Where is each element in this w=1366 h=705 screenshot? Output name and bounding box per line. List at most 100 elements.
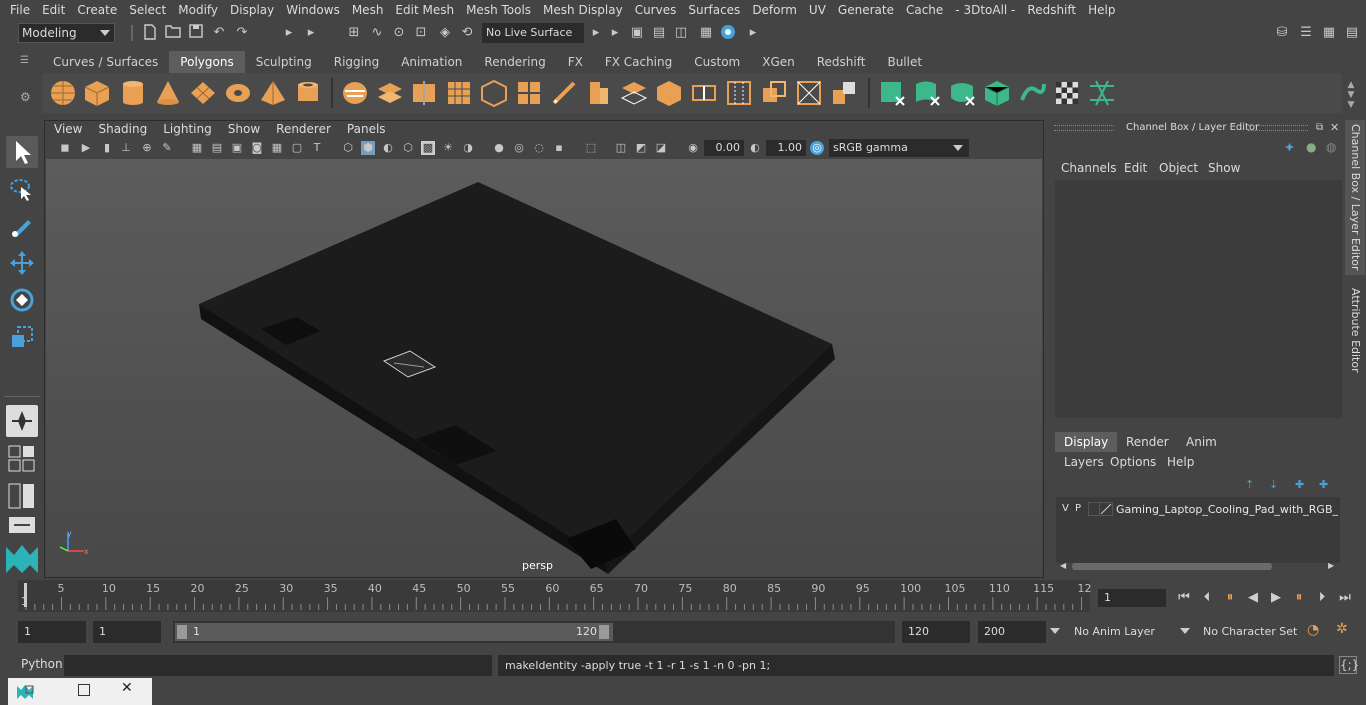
chevron-down-icon[interactable] [1180,628,1190,634]
current-time-marker[interactable] [24,583,27,607]
new-scene-icon[interactable] [141,24,159,42]
menu-mesh-tools[interactable]: Mesh Tools [460,0,537,21]
bookmark-icon[interactable]: ▮ [100,141,114,155]
snap-grid-icon[interactable]: ⊞ [345,24,363,42]
snap-surface-icon[interactable]: ◈ [436,24,454,42]
animation-prefs-icon[interactable]: ✲ [1336,621,1354,639]
attribute-editor-icon[interactable]: ▦ [1320,24,1338,42]
paint-select-tool-icon[interactable] [6,210,38,242]
append-icon[interactable] [619,78,649,108]
axis-toggle-icon[interactable]: ⯌ [1285,140,1294,155]
arrow-icon[interactable]: ▸ [744,24,762,42]
wireframe-on-shaded-icon[interactable]: ⬡ [401,141,415,155]
mirror-icon[interactable] [409,78,439,108]
textured-icon[interactable]: ▩ [421,141,435,155]
cb-menu-object[interactable]: Object [1159,161,1198,175]
two-pane-layout-icon[interactable] [8,482,36,510]
new-layer-icon[interactable]: ✚ [1295,478,1304,491]
layer-menu-options[interactable]: Options [1110,455,1156,469]
menu-mesh-display[interactable]: Mesh Display [537,0,629,21]
vp-menu-lighting[interactable]: Lighting [155,120,220,138]
play-backward-icon[interactable]: ◀ [1243,589,1263,607]
playback-end-field[interactable]: 120 [902,621,970,643]
snap-together-icon[interactable]: ⟲ [458,24,476,42]
grid-icon[interactable]: ▦ [190,141,204,155]
use-default-material-icon[interactable]: ◐ [381,141,395,155]
redo-icon[interactable]: ↷ [233,24,251,42]
menu-surfaces[interactable]: Surfaces [682,0,746,21]
snap-layout-icon[interactable] [6,405,38,437]
camera-select-icon[interactable]: ◼ [58,141,72,155]
uv-planar-icon[interactable] [878,78,908,108]
ipr-render-icon[interactable]: ◫ [672,24,690,42]
live-surface-field[interactable]: No Live Surface [482,23,584,43]
scroll-right-icon[interactable]: ▶ [1328,561,1338,571]
script-language-label[interactable]: Python [21,657,63,671]
screen-space-ao-icon[interactable]: ● [492,141,506,155]
layer-menu-layers[interactable]: Layers [1064,455,1104,469]
bridge-icon[interactable] [479,78,509,108]
animation-start-field[interactable]: 1 [18,621,86,643]
poly-pipe-icon[interactable] [293,78,323,108]
bevel-icon[interactable] [584,78,614,108]
insert-edge-loop-icon[interactable] [689,78,719,108]
menu-create[interactable]: Create [71,0,123,21]
poly-cylinder-icon[interactable] [118,78,148,108]
workspace-icon[interactable]: ⛁ [1273,24,1291,42]
menu-modify[interactable]: Modify [172,0,224,21]
open-scene-icon[interactable] [164,24,182,42]
menu-uv[interactable]: UV [803,0,832,21]
depth-of-field-icon[interactable]: ▪ [552,141,566,155]
menu-windows[interactable]: Windows [280,0,346,21]
two-d-pan-icon[interactable]: ⊕ [140,141,154,155]
menu-edit-mesh[interactable]: Edit Mesh [389,0,460,21]
anim-layer-dropdown[interactable]: No Anim Layer [1068,621,1172,643]
wireframe-icon[interactable]: ⬡ [341,141,355,155]
tab-display[interactable]: Display [1055,432,1118,452]
auto-key-icon[interactable]: ◔ [1307,622,1325,640]
layer-visibility-toggle[interactable]: V [1062,503,1069,514]
undo-icon[interactable]: ↶ [210,24,228,42]
channel-list[interactable] [1055,180,1342,418]
snap-point-icon[interactable]: ⊙ [390,24,408,42]
float-panel-icon[interactable]: ⧉ [1316,122,1323,133]
cb-menu-show[interactable]: Show [1208,161,1240,175]
snap-view-icon[interactable]: ⊡ [412,24,430,42]
play-forward-icon[interactable]: ▶ [1266,589,1286,607]
step-back-key-icon[interactable]: ⏸ [1220,589,1240,607]
shelf-menu-icon[interactable]: ☰ [20,55,32,67]
arrow-icon[interactable]: ▸ [606,24,624,42]
command-input[interactable] [64,655,492,676]
new-layer-selected-icon[interactable]: ✚ [1319,478,1328,491]
xray-icon[interactable]: ◫ [614,141,628,155]
target-weld-icon[interactable] [794,78,824,108]
uv-checker-icon[interactable] [1052,78,1082,108]
menu-mesh[interactable]: Mesh [346,0,390,21]
cb-menu-edit[interactable]: Edit [1124,161,1147,175]
range-slider-handle[interactable] [175,623,613,641]
xray-components-icon[interactable]: ◪ [654,141,668,155]
tab-render[interactable]: Render [1117,432,1178,452]
uv-cylindrical-icon[interactable] [913,78,943,108]
render-view-icon[interactable]: ▣ [628,24,646,42]
playback-start-field[interactable]: 1 [93,621,161,643]
tab-bullet[interactable]: Bullet [876,51,933,73]
collapse-icon[interactable] [829,78,859,108]
render-settings-icon[interactable]: ▦ [697,24,715,42]
character-set-dropdown[interactable]: No Character Set [1197,621,1299,643]
tab-curves-surfaces[interactable]: Curves / Surfaces [42,51,169,73]
tab-custom[interactable]: Custom [683,51,751,73]
four-pane-layout-icon[interactable] [8,445,36,473]
tab-redshift[interactable]: Redshift [806,51,877,73]
menu-curves[interactable]: Curves [629,0,683,21]
current-frame-field[interactable]: 1 [1098,589,1166,607]
step-back-icon[interactable]: ⏴ [1197,589,1217,607]
drag-handle[interactable] [1054,125,1114,131]
tab-animation[interactable]: Animation [390,51,473,73]
tab-polygons[interactable]: Polygons [169,51,245,73]
shadows-icon[interactable]: ◑ [461,141,475,155]
motion-blur-icon[interactable]: ◎ [512,141,526,155]
layer-playback-toggle[interactable]: P [1075,503,1081,514]
menu-select[interactable]: Select [123,0,172,21]
menu-deform[interactable]: Deform [746,0,803,21]
